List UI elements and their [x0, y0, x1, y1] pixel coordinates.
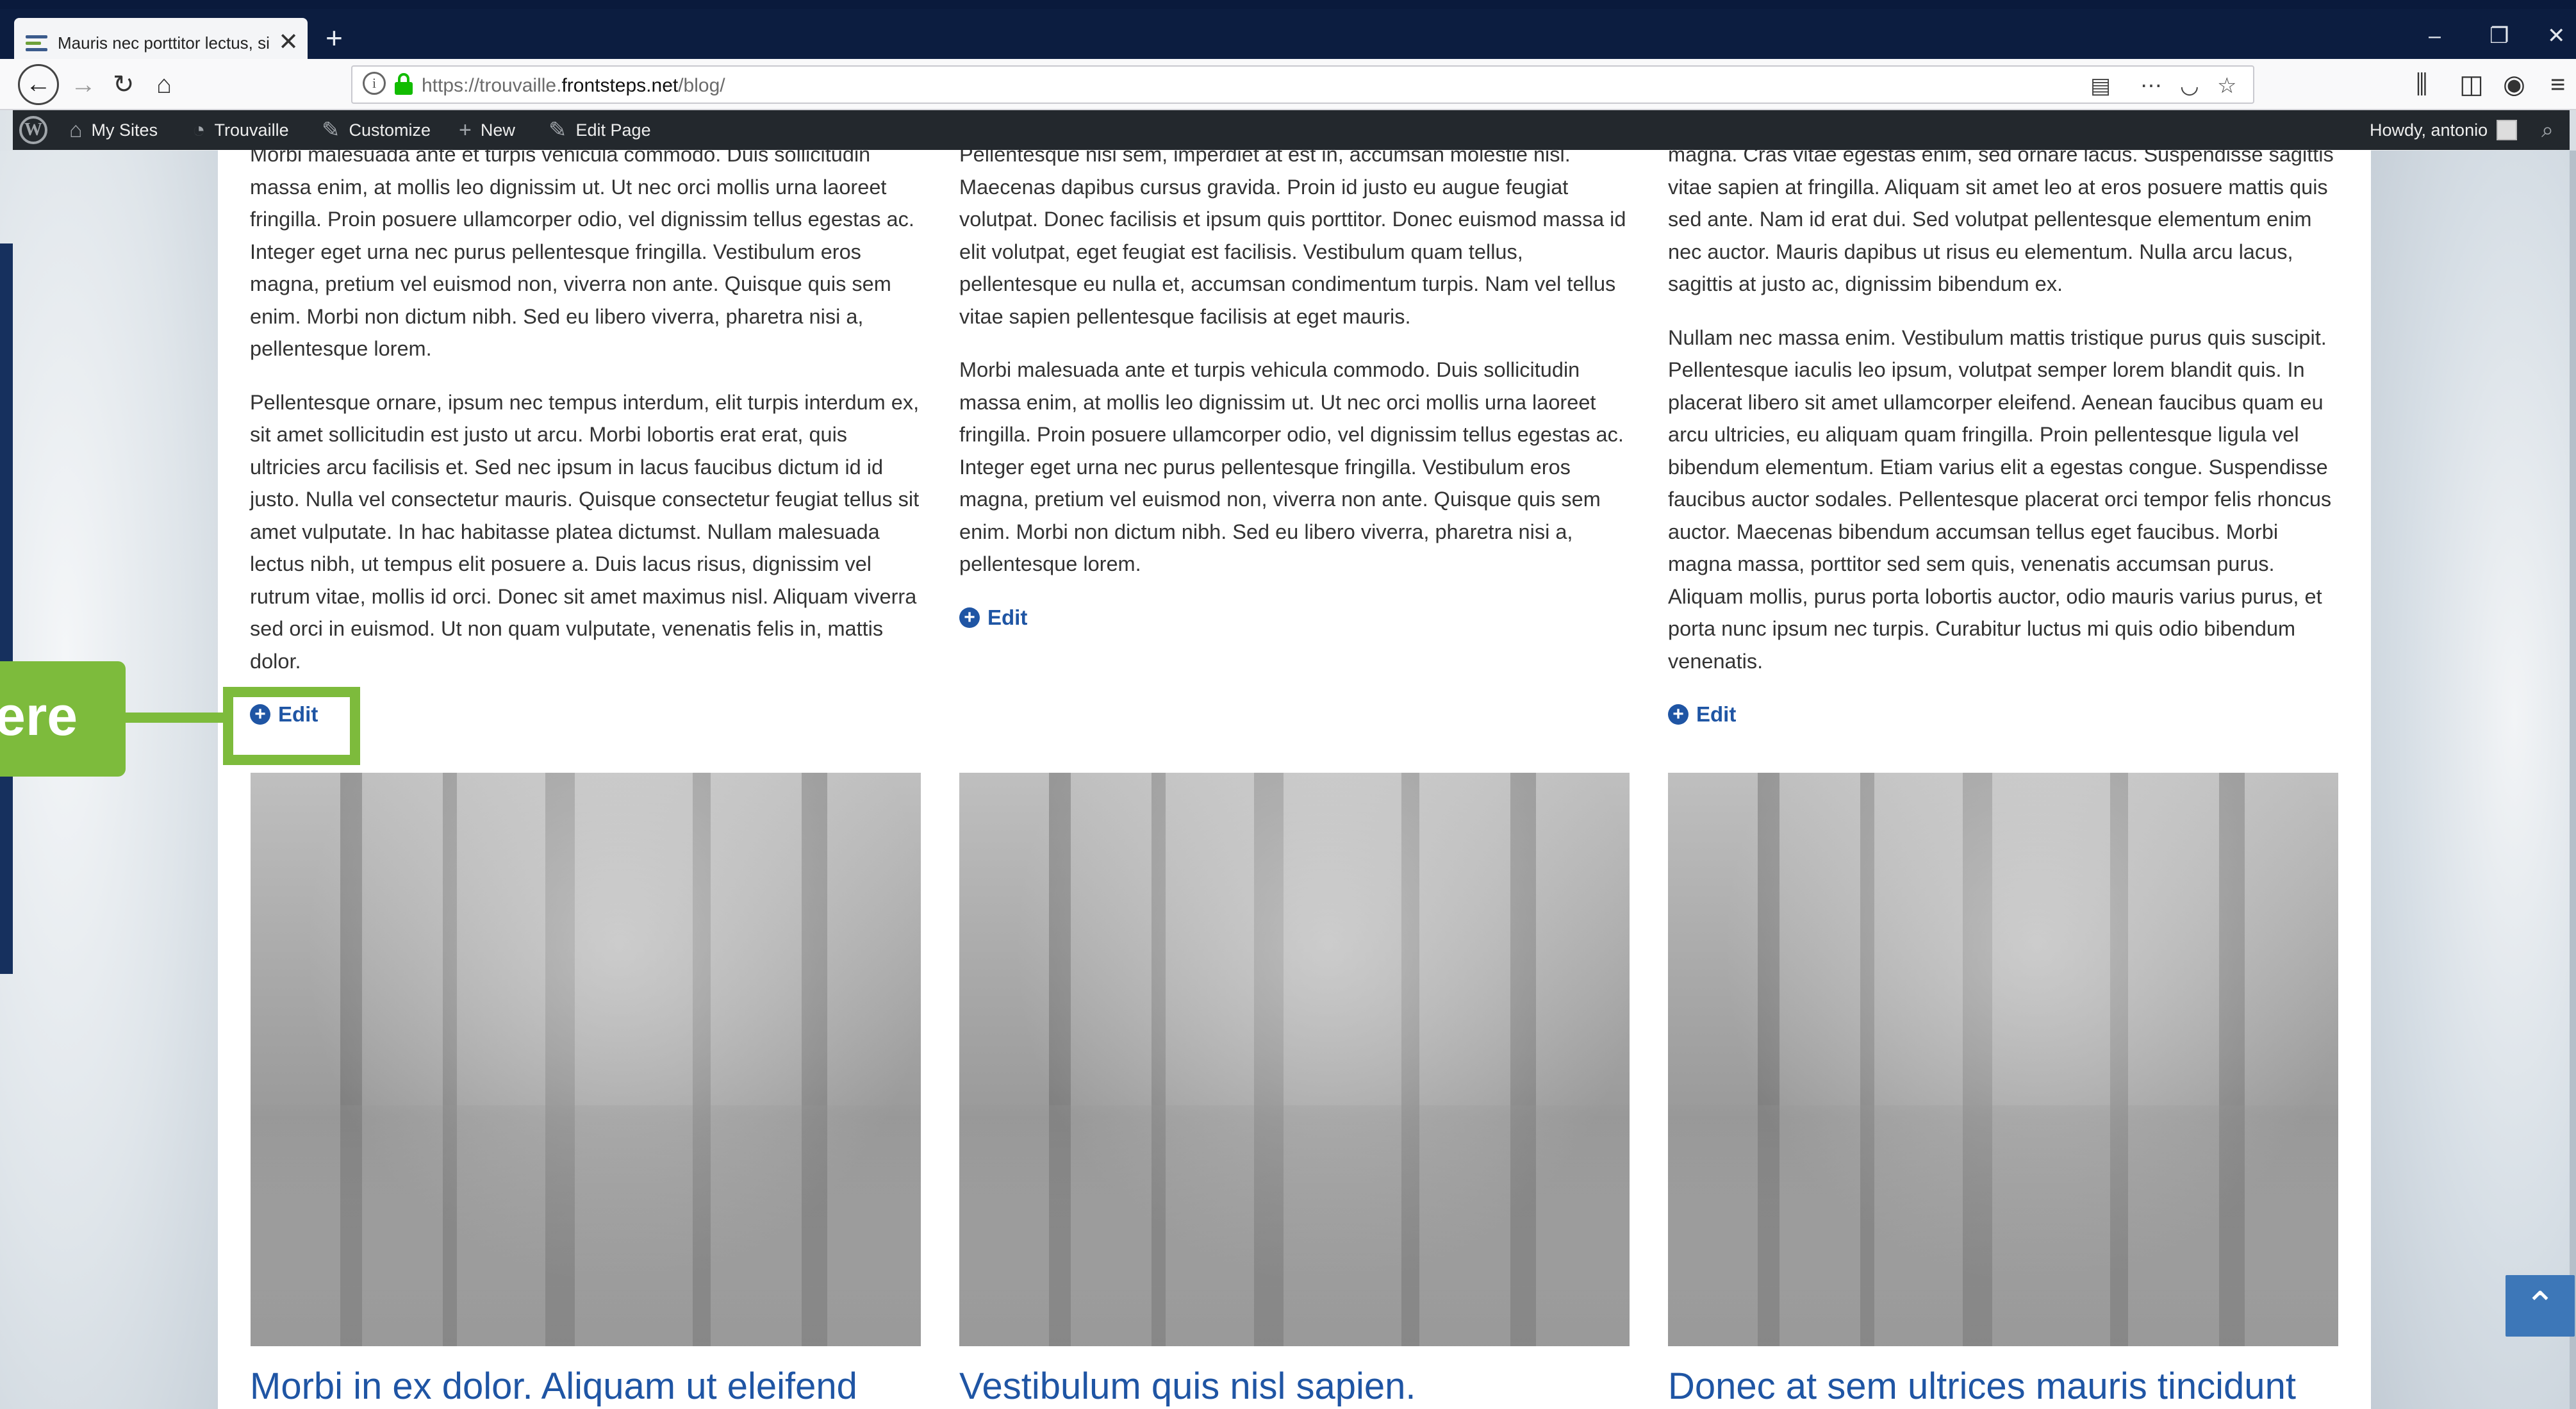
plus-circle-icon: + — [959, 607, 980, 628]
admin-edit-page[interactable]: ✎ Edit Page — [549, 110, 651, 150]
post-title-link[interactable]: Morbi in ex dolor. Aliquam ut eleifend — [250, 1364, 857, 1409]
pencil-icon: ✎ — [549, 118, 567, 142]
dashboard-icon: ◔ — [192, 117, 206, 142]
edit-label: Edit — [1696, 702, 1737, 726]
restore-button[interactable]: ❐ — [2489, 23, 2509, 49]
chevron-up-icon: ⌃ — [2524, 1285, 2556, 1326]
admin-my-sites[interactable]: ⌂ My Sites — [69, 110, 158, 150]
tab-close-icon[interactable]: ✕ — [278, 29, 299, 55]
post-excerpt-1: Morbi malesuada ante et turpis vehicula … — [250, 150, 923, 677]
post-paragraph: Morbi malesuada ante et turpis vehicula … — [959, 358, 1624, 575]
background-accent-strip — [0, 243, 13, 974]
admin-customize-label: Customize — [349, 120, 431, 140]
admin-new-label: New — [480, 120, 515, 140]
callout-highlight-box — [223, 687, 360, 765]
url-bar[interactable]: i https://trouvaille.frontsteps.net/blog… — [351, 65, 2254, 104]
wordpress-logo-icon[interactable]: W — [19, 116, 47, 144]
edit-link-3[interactable]: + Edit — [1668, 702, 1736, 727]
window-frame-top — [0, 0, 2576, 9]
post-thumbnail-forest[interactable] — [1668, 773, 2338, 1346]
wp-admin-bar: W ⌂ My Sites ◔ Trouvaille ✎ Customize + New … — [13, 110, 2570, 150]
post-title-link[interactable]: Vestibulum quis nisl sapien. — [959, 1364, 1416, 1409]
close-window-button[interactable]: ✕ — [2547, 23, 2566, 49]
reader-view-icon[interactable]: ▤ — [2090, 73, 2111, 99]
post-paragraph: Pellentesque nisi sem, imperdiet at est … — [959, 150, 1626, 328]
background-image-right — [2371, 151, 2576, 1409]
tab-title: Mauris nec porttitor lectus, sit a — [58, 33, 269, 53]
account-icon[interactable]: ◉ — [2503, 67, 2525, 103]
bookmark-star-icon[interactable]: ☆ — [2217, 73, 2236, 99]
favicon-icon — [26, 34, 47, 52]
browser-navbar: ← → ↻ ⌂ i https://trouvaille.frontsteps.… — [0, 59, 2576, 110]
search-icon: ⌕ — [2541, 117, 2554, 142]
post-paragraph: Nullam nec massa enim. Vestibulum mattis… — [1668, 325, 2332, 673]
plus-icon: + — [459, 117, 472, 142]
back-arrow-icon[interactable]: ← — [18, 64, 59, 105]
lock-icon — [395, 73, 413, 95]
howdy-label: Howdy, antonio — [2370, 120, 2488, 140]
brush-icon: ✎ — [322, 118, 340, 142]
post-thumbnail-forest[interactable] — [251, 773, 921, 1346]
post-paragraph: Pellentesque ornare, ipsum nec tempus in… — [250, 390, 920, 673]
menu-icon[interactable]: ≡ — [2550, 67, 2565, 103]
plus-circle-icon: + — [1668, 704, 1688, 725]
admin-edit-page-label: Edit Page — [575, 120, 651, 140]
callout-connector — [126, 713, 223, 723]
page-actions-icon[interactable]: ⋯ — [2140, 73, 2162, 99]
post-excerpt-3: magna. Cras vitae egestas enim, sed orna… — [1668, 150, 2341, 677]
pocket-icon[interactable]: ◡ — [2180, 73, 2199, 99]
site-info-icon[interactable]: i — [363, 72, 386, 95]
post-thumbnail-forest[interactable] — [959, 773, 1630, 1346]
forward-arrow-icon[interactable]: → — [70, 67, 96, 103]
admin-site-name[interactable]: ◔ Trouvaille — [192, 110, 289, 150]
admin-my-sites-label: My Sites — [91, 120, 158, 140]
sites-icon: ⌂ — [69, 117, 83, 142]
new-tab-button[interactable]: + — [326, 22, 343, 54]
library-icon[interactable]: ⫼ — [2416, 67, 2427, 103]
background-image-left — [0, 151, 218, 1409]
sidebar-icon[interactable]: ◫ — [2459, 67, 2484, 103]
post-excerpt-2: Pellentesque nisi sem, imperdiet at est … — [959, 150, 1632, 581]
edit-link-2[interactable]: + Edit — [959, 606, 1027, 630]
reload-icon[interactable]: ↻ — [113, 67, 135, 103]
url-text[interactable]: https://trouvaille.frontsteps.net/blog/ — [422, 75, 725, 97]
url-domain: frontsteps.net — [561, 75, 679, 96]
browser-titlebar: Mauris nec porttitor lectus, sit a ✕ + –… — [0, 9, 2576, 68]
window-edge — [2570, 151, 2576, 1409]
post-paragraph: Morbi malesuada ante et turpis vehicula … — [250, 150, 914, 360]
admin-site-name-label: Trouvaille — [214, 120, 289, 140]
admin-account[interactable]: Howdy, antonio — [2370, 110, 2518, 150]
home-icon[interactable]: ⌂ — [156, 67, 172, 103]
admin-customize[interactable]: ✎ Customize — [322, 110, 431, 150]
blog-content: Morbi malesuada ante et turpis vehicula … — [218, 150, 2371, 1409]
callout-text: ere — [0, 686, 78, 747]
admin-new[interactable]: + New — [459, 110, 515, 150]
post-title-link[interactable]: Donec at sem ultrices mauris tincidunt — [1668, 1364, 2296, 1409]
scroll-to-top-button[interactable]: ⌃ — [2506, 1275, 2575, 1337]
avatar — [2497, 120, 2518, 140]
post-paragraph: magna. Cras vitae egestas enim, sed orna… — [1668, 150, 2334, 295]
url-prefix: https://trouvaille. — [422, 75, 562, 96]
url-path: /blog/ — [678, 75, 725, 96]
admin-search[interactable]: ⌕ — [2541, 110, 2554, 150]
minimize-button[interactable]: – — [2429, 23, 2441, 49]
edit-label: Edit — [987, 606, 1028, 629]
